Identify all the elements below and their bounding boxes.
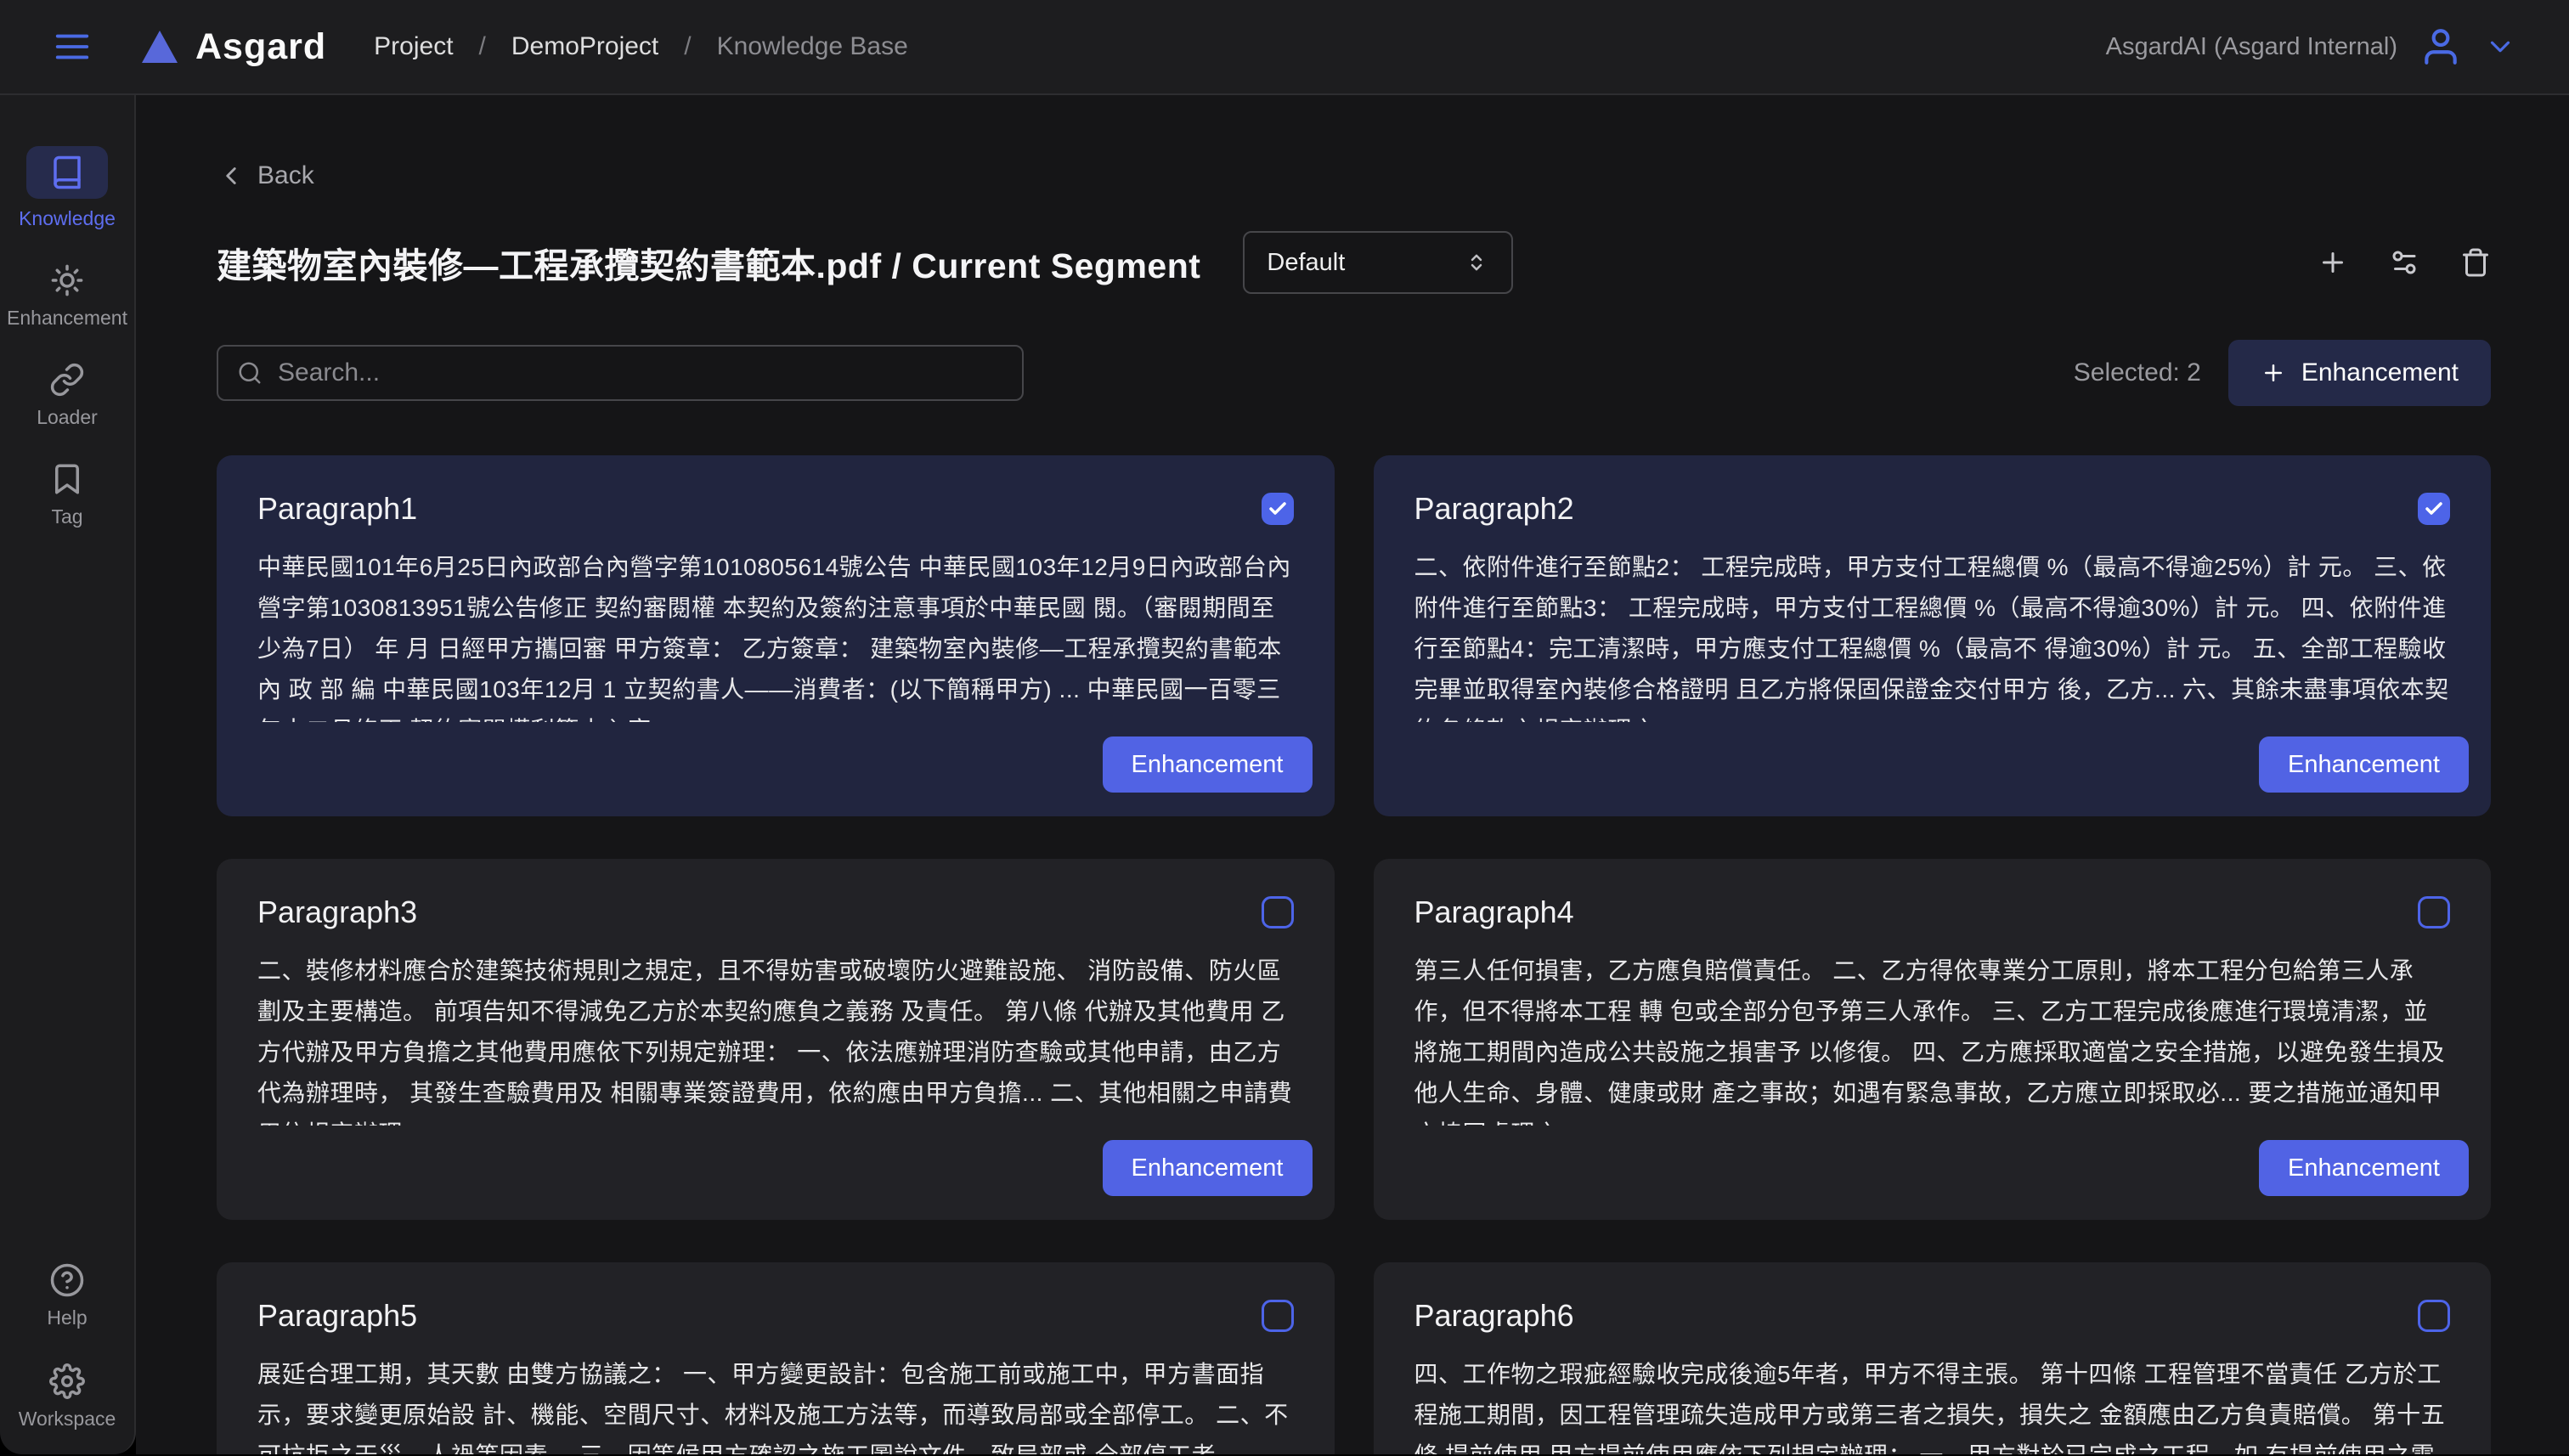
breadcrumb-demoproject[interactable]: DemoProject [511,32,658,61]
enhancement-button-label: Enhancement [2301,358,2459,387]
paragraph-card: Paragraph2 二、依附件進行至節點2： 工程完成時，甲方支付工程總價 %… [1374,455,2492,816]
app-logo[interactable]: Asgard [139,26,326,68]
sidebar-item-workspace[interactable]: Workspace [19,1363,116,1431]
check-icon [1268,499,1288,519]
paragraph-card: Paragraph3 二、裝修材料應合於建築技術規則之規定，且不得妨害或破壞防火… [217,859,1335,1220]
search-icon [237,360,263,386]
paragraph-select-checkbox[interactable] [2418,493,2450,525]
paragraph-card-title: Paragraph3 [257,894,417,930]
card-enhancement-button-label: Enhancement [1132,1154,1284,1182]
page-title: 建築物室內裝修—工程承攬契約書範本.pdf / Current Segment [217,237,1200,288]
paragraph-card-text: 展延合理工期，其天數 由雙方協議之： 一、甲方變更設計：包含施工前或施工中，甲方… [257,1354,1294,1454]
paragraph-card-text: 中華民國101年6月25日內政部台內營字第1010805614號公告 中華民國1… [257,547,1294,722]
paragraph-card: Paragraph5 展延合理工期，其天數 由雙方協議之： 一、甲方變更設計：包… [217,1262,1335,1454]
sun-icon [49,262,85,298]
paragraph-select-checkbox[interactable] [1262,896,1294,928]
active-icon-tile [26,146,108,199]
sidebar-label: Tag [51,505,82,528]
chevron-down-icon[interactable] [2484,31,2516,63]
chevron-left-icon [217,161,246,190]
sidebar-item-knowledge[interactable]: Knowledge [19,146,116,230]
sidebar: Knowledge Enhancement Loader Tag [0,95,136,1454]
plus-icon[interactable] [2318,247,2348,278]
sidebar-item-tag[interactable]: Tag [49,461,85,528]
search-input[interactable] [217,345,1024,401]
breadcrumb-project[interactable]: Project [374,32,453,61]
select-chevrons-icon [1464,246,1489,279]
paragraph-card: Paragraph4 第三人任何損害，乙方應負賠償責任。 二、乙方得依專業分工原… [1374,859,2492,1220]
paragraph-card-title: Paragraph1 [257,491,417,527]
paragraph-card-text: 第三人任何損害，乙方應負賠償責任。 二、乙方得依專業分工原則，將本工程分包給第三… [1414,951,2451,1126]
menu-icon[interactable] [53,27,92,66]
book-icon [49,155,85,190]
main-content: Back 建築物室內裝修—工程承攬契約書範本.pdf / Current Seg… [136,95,2569,1454]
search-box [217,345,1024,401]
check-icon [2424,499,2444,519]
paragraph-card: Paragraph1 中華民國101年6月25日內政部台內營字第10108056… [217,455,1335,816]
paragraph-card-text: 二、依附件進行至節點2： 工程完成時，甲方支付工程總價 %（最高不得逾25%）計… [1414,547,2451,722]
app-name: Asgard [195,26,326,68]
breadcrumb-knowledge-base: Knowledge Base [717,32,908,61]
card-enhancement-button[interactable]: Enhancement [1103,1140,1313,1196]
triangle-logo-icon [139,26,180,67]
sidebar-label: Workspace [19,1408,116,1431]
enhancement-button[interactable]: Enhancement [2228,340,2491,406]
paragraph-card-title: Paragraph4 [1414,894,1574,930]
segment-select-value: Default [1267,249,1345,277]
app-header: Asgard Project / DemoProject / Knowledge… [0,0,2569,95]
link-icon [49,362,85,398]
card-enhancement-button[interactable]: Enhancement [1103,736,1313,793]
paragraph-select-checkbox[interactable] [2418,896,2450,928]
paragraph-select-checkbox[interactable] [1262,493,1294,525]
card-enhancement-button[interactable]: Enhancement [2259,736,2469,793]
paragraph-card: Paragraph6 四、工作物之瑕疵經驗收完成後逾5年者，甲方不得主張。 第十… [1374,1262,2492,1454]
paragraph-card-title: Paragraph2 [1414,491,1574,527]
card-grid: Paragraph1 中華民國101年6月25日內政部台內營字第10108056… [217,455,2491,1454]
sidebar-label: Loader [37,406,98,429]
breadcrumb: Project / DemoProject / Knowledge Base [374,32,908,61]
sidebar-label: Enhancement [7,307,127,330]
trash-icon[interactable] [2460,247,2491,278]
sidebar-item-loader[interactable]: Loader [37,362,98,429]
paragraph-select-checkbox[interactable] [2418,1300,2450,1332]
sidebar-item-help[interactable]: Help [47,1262,87,1329]
sliders-icon[interactable] [2389,247,2419,278]
card-enhancement-button-label: Enhancement [1132,751,1284,778]
plus-icon [2261,360,2286,386]
segment-select[interactable]: Default [1243,231,1513,294]
sidebar-label: Help [47,1306,87,1329]
paragraph-select-checkbox[interactable] [1262,1300,1294,1332]
bookmark-icon [49,461,85,497]
selected-count: Selected: 2 [2074,358,2201,387]
card-enhancement-button-label: Enhancement [2288,1154,2440,1182]
back-button[interactable]: Back [217,161,314,190]
card-enhancement-button-label: Enhancement [2288,751,2440,778]
paragraph-card-text: 二、裝修材料應合於建築技術規則之規定，且不得妨害或破壞防火避難設施、 消防設備、… [257,951,1294,1126]
breadcrumb-separator: / [479,32,486,61]
paragraph-card-text: 四、工作物之瑕疵經驗收完成後逾5年者，甲方不得主張。 第十四條 工程管理不當責任… [1414,1354,2451,1454]
paragraph-card-title: Paragraph5 [257,1298,417,1334]
sidebar-item-enhancement[interactable]: Enhancement [7,262,127,330]
user-icon[interactable] [2419,25,2462,68]
back-label: Back [257,161,314,190]
paragraph-card-title: Paragraph6 [1414,1298,1574,1334]
help-circle-icon [49,1262,85,1298]
gear-icon [49,1363,85,1399]
account-name: AsgardAI (Asgard Internal) [2106,33,2397,61]
breadcrumb-separator: / [684,32,691,61]
card-enhancement-button[interactable]: Enhancement [2259,1140,2469,1196]
sidebar-label: Knowledge [19,207,116,230]
